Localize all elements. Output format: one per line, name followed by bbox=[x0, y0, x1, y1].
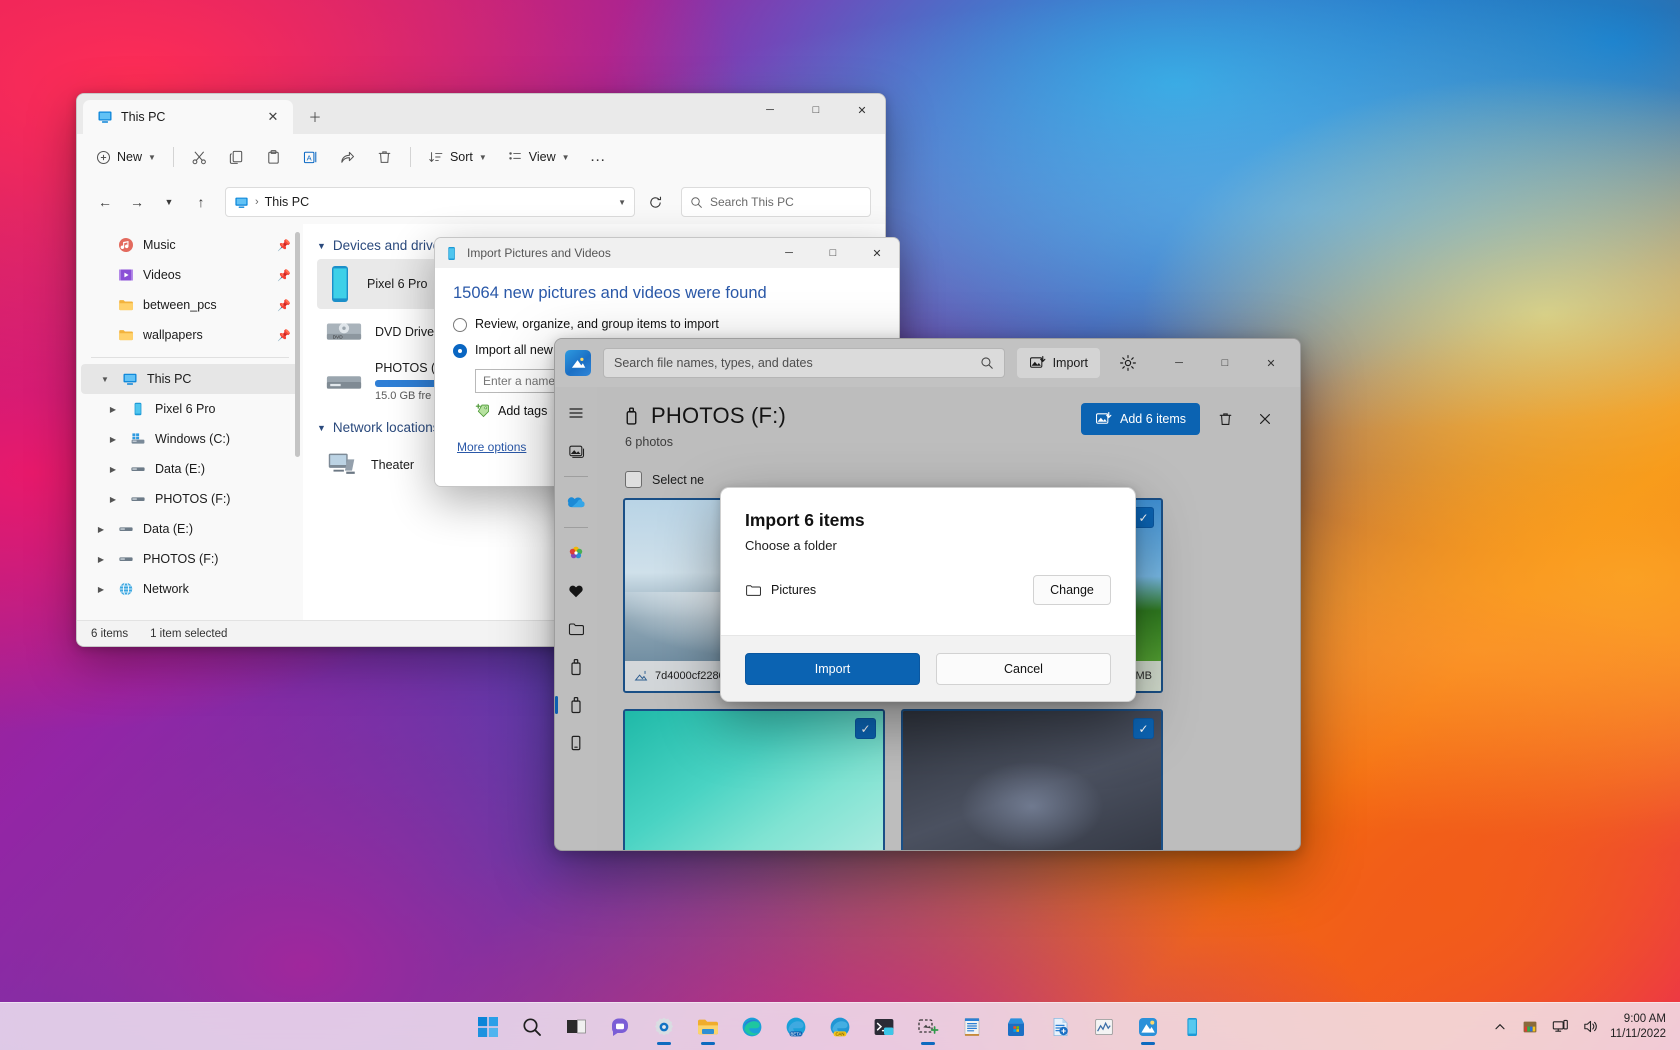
folder-icon bbox=[745, 583, 761, 598]
modal-import-button[interactable]: Import bbox=[745, 653, 920, 685]
phone-link-icon[interactable] bbox=[1172, 1007, 1212, 1047]
search-icon[interactable] bbox=[512, 1007, 552, 1047]
notepad-icon[interactable] bbox=[952, 1007, 992, 1047]
change-folder-button[interactable]: Change bbox=[1033, 575, 1111, 605]
start-button[interactable] bbox=[468, 1007, 508, 1047]
svg-text:CAN: CAN bbox=[835, 1031, 844, 1036]
modal-cancel-button[interactable]: Cancel bbox=[936, 653, 1111, 685]
settings-icon[interactable] bbox=[644, 1007, 684, 1047]
edge-icon[interactable] bbox=[732, 1007, 772, 1047]
task-view-icon[interactable] bbox=[556, 1007, 596, 1047]
modal-footer: Import Cancel bbox=[721, 635, 1135, 701]
chart-app-icon[interactable] bbox=[1084, 1007, 1124, 1047]
edge-canary-icon[interactable]: CAN bbox=[820, 1007, 860, 1047]
chat-icon[interactable] bbox=[600, 1007, 640, 1047]
windows-taskbar: BETA CAN bbox=[0, 1002, 1680, 1050]
modal-body: Import 6 items Choose a folder Pictures … bbox=[721, 488, 1135, 635]
photos-app-icon[interactable] bbox=[1128, 1007, 1168, 1047]
color-profile-icon[interactable] bbox=[1520, 1017, 1540, 1037]
modal-subtitle: Choose a folder bbox=[745, 538, 1111, 553]
show-hidden-icons-button[interactable] bbox=[1490, 1017, 1510, 1037]
microsoft-store-icon[interactable] bbox=[996, 1007, 1036, 1047]
file-explorer-icon[interactable] bbox=[688, 1007, 728, 1047]
system-tray: 9:00 AM 11/11/2022 bbox=[1490, 1012, 1670, 1041]
edge-beta-icon[interactable]: BETA bbox=[776, 1007, 816, 1047]
clock-date: 11/11/2022 bbox=[1610, 1027, 1666, 1041]
taskbar-icons: BETA CAN bbox=[468, 1007, 1212, 1047]
modal-title: Import 6 items bbox=[745, 510, 1111, 531]
modal-overlay: Import 6 items Choose a folder Pictures … bbox=[0, 0, 1680, 1050]
snipping-tool-icon[interactable] bbox=[908, 1007, 948, 1047]
terminal-icon[interactable] bbox=[864, 1007, 904, 1047]
modal-folder-row: Pictures Change bbox=[745, 575, 1111, 605]
taskbar-clock[interactable]: 9:00 AM 11/11/2022 bbox=[1610, 1012, 1670, 1041]
modal-folder-name: Pictures bbox=[771, 583, 816, 597]
word-icon[interactable] bbox=[1040, 1007, 1080, 1047]
clock-time: 9:00 AM bbox=[1610, 1012, 1666, 1026]
import-items-modal: Import 6 items Choose a folder Pictures … bbox=[720, 487, 1136, 702]
volume-icon[interactable] bbox=[1580, 1017, 1600, 1037]
network-icon[interactable] bbox=[1550, 1017, 1570, 1037]
svg-text:BETA: BETA bbox=[791, 1031, 802, 1036]
